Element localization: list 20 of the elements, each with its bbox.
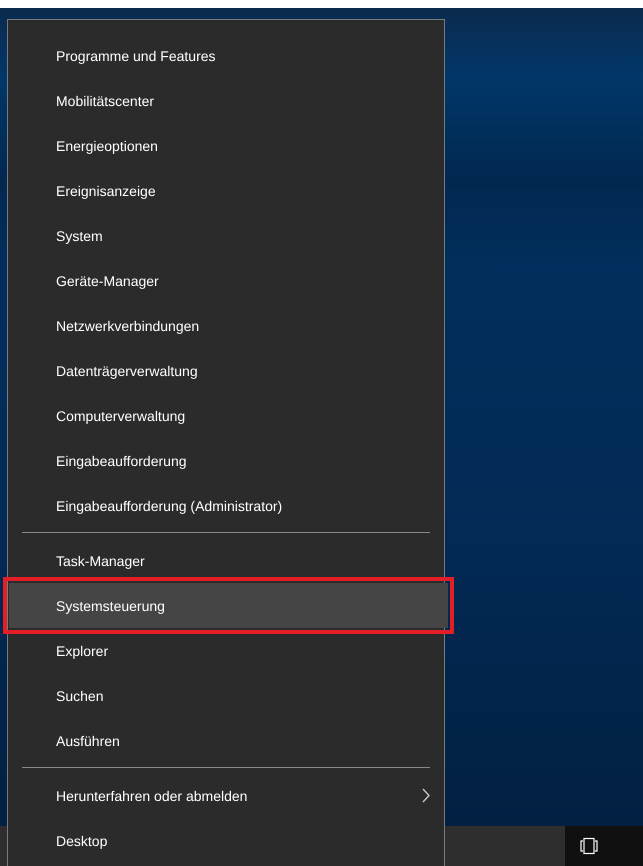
menu-item[interactable]: Ereignisanzeige	[8, 168, 444, 213]
menu-item[interactable]: Herunterfahren oder abmelden	[8, 773, 444, 818]
menu-item[interactable]: Geräte-Manager	[8, 258, 444, 303]
menu-item[interactable]: Ausführen	[8, 718, 444, 763]
menu-item[interactable]: Eingabeaufforderung	[8, 438, 444, 483]
menu-item[interactable]: Computerverwaltung	[8, 393, 444, 438]
menu-item[interactable]: Netzwerkverbindungen	[8, 303, 444, 348]
menu-item[interactable]: Energieoptionen	[8, 123, 444, 168]
chevron-right-icon	[422, 788, 430, 803]
menu-item[interactable]: Eingabeaufforderung (Administrator)	[8, 483, 444, 528]
menu-item[interactable]: Suchen	[8, 673, 444, 718]
menu-item[interactable]: System	[8, 213, 444, 258]
menu-item[interactable]: Systemsteuerung	[9, 583, 448, 628]
menu-item[interactable]: Programme und Features	[8, 33, 444, 78]
menu-item[interactable]: Explorer	[8, 628, 444, 673]
menu-item[interactable]: Desktop	[8, 818, 444, 863]
menu-item[interactable]: Datenträgerverwaltung	[8, 348, 444, 393]
menu-item[interactable]: Task-Manager	[8, 538, 444, 583]
menu-item[interactable]: Mobilitätscenter	[8, 78, 444, 123]
task-view-icon	[580, 837, 598, 855]
